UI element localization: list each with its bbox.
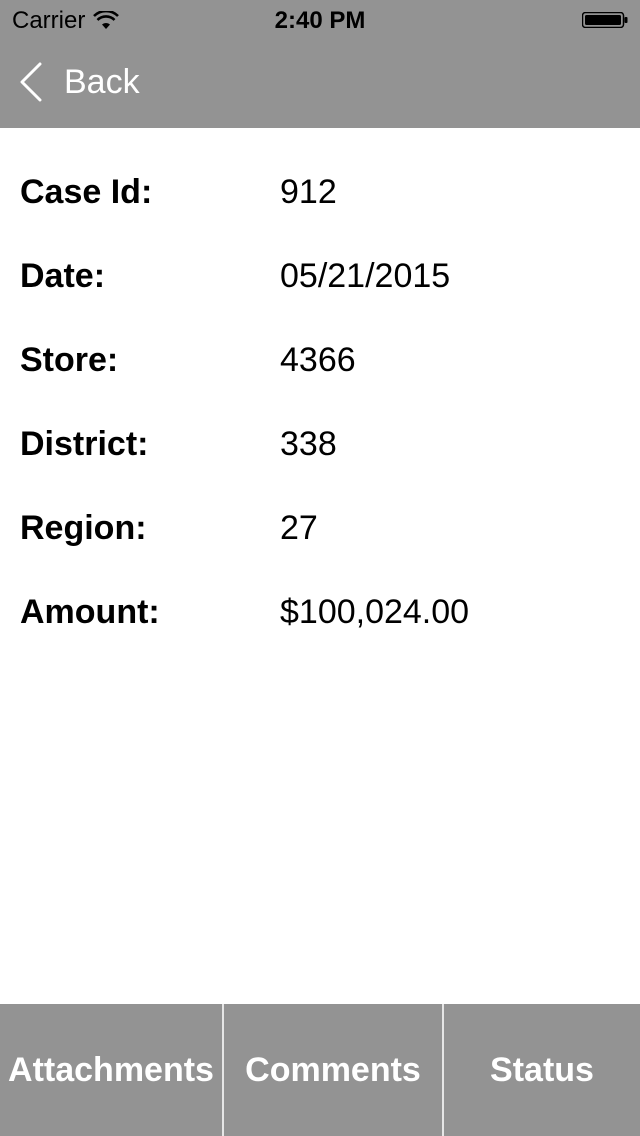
district-value: 338 bbox=[280, 425, 337, 463]
detail-row-region: Region: 27 bbox=[0, 486, 640, 570]
status-bar: Carrier 2:40 PM bbox=[0, 0, 640, 40]
status-button[interactable]: Status bbox=[444, 1004, 640, 1136]
amount-label: Amount: bbox=[20, 593, 160, 631]
chevron-left-icon bbox=[20, 62, 42, 102]
date-value: 05/21/2015 bbox=[280, 257, 451, 295]
detail-row-amount: Amount: $100,024.00 bbox=[0, 570, 640, 654]
store-value: 4366 bbox=[280, 341, 356, 379]
header: Carrier 2:40 PM Back bbox=[0, 0, 640, 128]
detail-row-date: Date: 05/21/2015 bbox=[0, 234, 640, 318]
navigation-bar: Back bbox=[0, 40, 640, 128]
detail-row-case-id: Case Id: 912 bbox=[0, 150, 640, 234]
detail-row-store: Store: 4366 bbox=[0, 318, 640, 402]
case-id-value: 912 bbox=[280, 173, 337, 211]
store-label: Store: bbox=[20, 341, 119, 379]
case-detail-screen: Carrier 2:40 PM Back Case Id: 912 Date: … bbox=[0, 0, 640, 1136]
comments-button[interactable]: Comments bbox=[224, 1004, 444, 1136]
date-label: Date: bbox=[20, 257, 106, 295]
back-label: Back bbox=[64, 62, 140, 101]
status-time: 2:40 PM bbox=[274, 7, 366, 34]
region-value: 27 bbox=[280, 509, 318, 547]
battery-icon bbox=[582, 12, 628, 28]
region-label: Region: bbox=[20, 509, 147, 547]
amount-value: $100,024.00 bbox=[280, 593, 470, 631]
detail-row-district: District: 338 bbox=[0, 402, 640, 486]
district-label: District: bbox=[20, 425, 149, 463]
bottom-tab-bar: Attachments Comments Status bbox=[0, 1004, 640, 1136]
back-button[interactable]: Back bbox=[18, 62, 140, 102]
attachments-button[interactable]: Attachments bbox=[0, 1004, 224, 1136]
case-id-label: Case Id: bbox=[20, 173, 153, 211]
